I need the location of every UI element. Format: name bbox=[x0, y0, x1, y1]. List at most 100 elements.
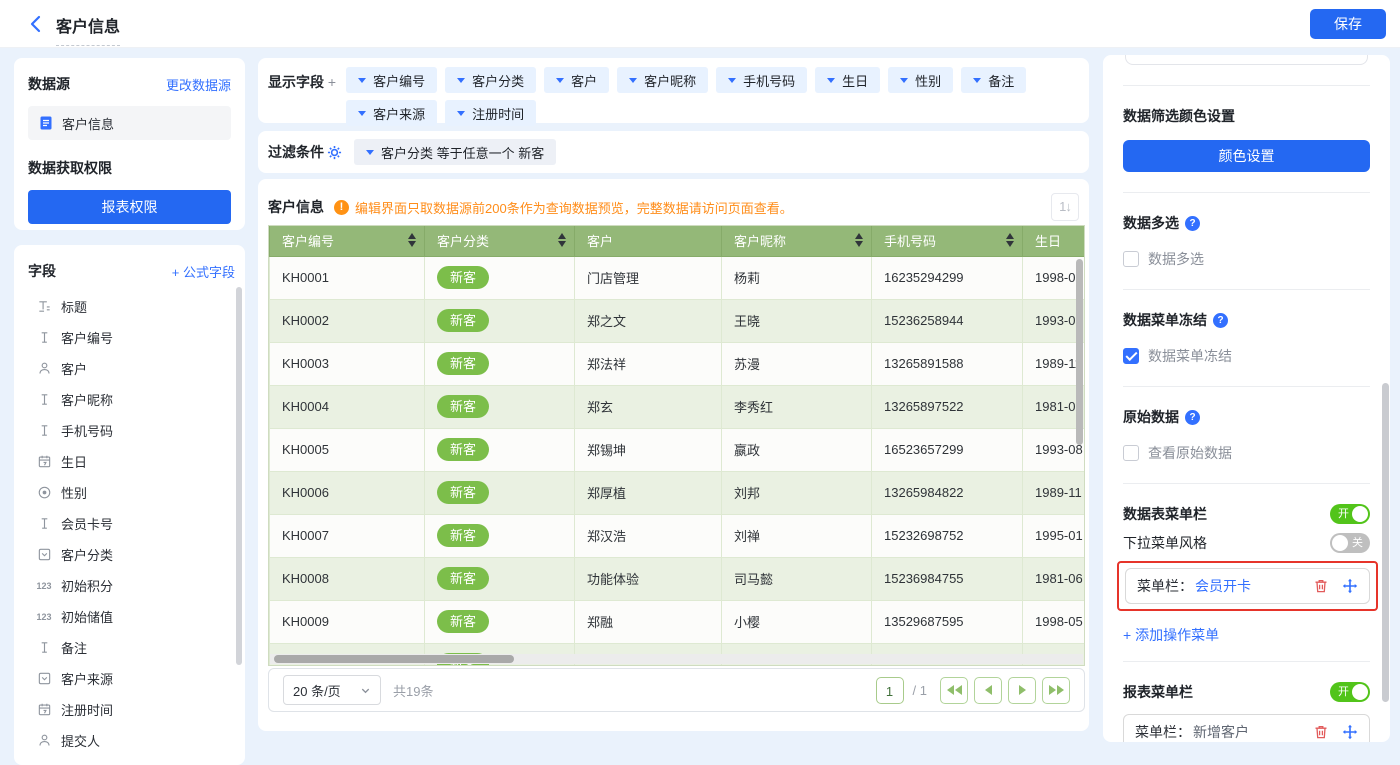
report-permission-button[interactable]: 报表权限 bbox=[28, 190, 231, 224]
field-item[interactable]: 注册时间 bbox=[28, 694, 235, 725]
trash-icon[interactable] bbox=[1313, 724, 1329, 740]
field-item[interactable]: 123初始积分 bbox=[28, 570, 235, 601]
chevron-down-icon bbox=[827, 78, 835, 83]
sort-arrows-icon[interactable] bbox=[408, 233, 416, 247]
field-item[interactable]: 生日 bbox=[28, 446, 235, 477]
sort-order-icon[interactable] bbox=[1051, 193, 1079, 221]
table-row[interactable]: KH0008新客功能体验司马懿152369847551981-06 bbox=[270, 557, 1086, 600]
table-horizontal-scrollbar[interactable] bbox=[270, 654, 1083, 664]
sort-arrows-icon[interactable] bbox=[855, 233, 863, 247]
table-row[interactable]: KH0009新客郑融小樱135296875951998-05 bbox=[270, 600, 1086, 643]
table-row[interactable]: KH0007新客郑汉浩刘禅152326987521995-01 bbox=[270, 514, 1086, 557]
table-row[interactable]: KH0001新客门店管理杨莉162352942991998-05 bbox=[270, 256, 1086, 299]
dropdown-style-toggle-off[interactable]: 关 bbox=[1330, 533, 1370, 553]
category-badge: 新客 bbox=[437, 309, 489, 332]
display-field-chip[interactable]: 客户编号 bbox=[346, 67, 437, 93]
table-menu-toggle-on[interactable]: 开 bbox=[1330, 504, 1370, 524]
field-item[interactable]: 客户昵称 bbox=[28, 384, 235, 415]
field-item[interactable]: 123初始储值 bbox=[28, 601, 235, 632]
display-field-chip[interactable]: 手机号码 bbox=[716, 67, 807, 93]
table-row[interactable]: KH0002新客郑之文王晓152362589441993-08 bbox=[270, 299, 1086, 342]
report-menu-toggle-on[interactable]: 开 bbox=[1330, 682, 1370, 702]
move-icon[interactable] bbox=[1342, 578, 1358, 594]
field-item[interactable]: 客户编号 bbox=[28, 322, 235, 353]
chevron-down-icon bbox=[366, 150, 374, 155]
sort-arrows-icon[interactable] bbox=[1006, 233, 1014, 247]
last-page-button[interactable] bbox=[1042, 677, 1070, 704]
field-item[interactable]: 客户来源 bbox=[28, 663, 235, 694]
first-page-button[interactable] bbox=[940, 677, 968, 704]
display-field-chip[interactable]: 备注 bbox=[961, 67, 1026, 93]
chevron-down-icon bbox=[900, 78, 908, 83]
question-icon[interactable] bbox=[1185, 410, 1200, 425]
question-icon[interactable] bbox=[1213, 313, 1228, 328]
field-item[interactable]: 客户 bbox=[28, 353, 235, 384]
add-formula-field-link[interactable]: + 公式字段 bbox=[172, 262, 235, 281]
change-datasource-link[interactable]: 更改数据源 bbox=[166, 75, 231, 94]
question-icon[interactable] bbox=[1185, 216, 1200, 231]
current-page-input[interactable]: 1 bbox=[876, 677, 904, 704]
table-row[interactable]: KH0003新客郑法祥苏漫132658915881989-11 bbox=[270, 342, 1086, 385]
table-vertical-scrollbar[interactable] bbox=[1076, 259, 1083, 445]
checkbox-unchecked[interactable] bbox=[1123, 251, 1139, 267]
table-menu-item[interactable]: 菜单栏： 会员开卡 bbox=[1125, 568, 1370, 604]
pagination-bar: 20 条/页 共19条 1 / 1 bbox=[268, 668, 1085, 712]
color-setting-button[interactable]: 颜色设置 bbox=[1123, 140, 1370, 172]
datasource-card: 数据源 更改数据源 客户信息 数据获取权限 报表权限 bbox=[14, 58, 245, 230]
fields-scrollbar[interactable] bbox=[236, 287, 242, 665]
checkbox-unchecked[interactable] bbox=[1123, 445, 1139, 461]
field-item[interactable]: 会员卡号 bbox=[28, 508, 235, 539]
report-menu-item[interactable]: 菜单栏： 新增客户 bbox=[1123, 714, 1370, 742]
table-row[interactable]: KH0005新客郑锡坤嬴政165236572991993-08 bbox=[270, 428, 1086, 471]
menu-freeze-checkbox-row[interactable]: 数据菜单冻结 bbox=[1123, 346, 1370, 366]
display-field-chip[interactable]: 客户来源 bbox=[346, 100, 437, 126]
column-header[interactable]: 客户昵称 bbox=[722, 226, 872, 256]
field-item[interactable]: 标题 bbox=[28, 291, 235, 322]
datasource-item[interactable]: 客户信息 bbox=[28, 106, 231, 140]
permission-heading: 数据获取权限 bbox=[28, 158, 231, 178]
datasource-heading: 数据源 bbox=[28, 74, 70, 94]
display-field-chip[interactable]: 生日 bbox=[815, 67, 880, 93]
multi-select-checkbox-row[interactable]: 数据多选 bbox=[1123, 249, 1370, 269]
column-header[interactable]: 手机号码 bbox=[872, 226, 1023, 256]
sort-arrows-icon[interactable] bbox=[558, 233, 566, 247]
display-field-chip[interactable]: 客户昵称 bbox=[617, 67, 708, 93]
document-icon bbox=[38, 115, 54, 131]
chevron-down-icon bbox=[457, 111, 465, 116]
field-item[interactable]: 提交人 bbox=[28, 725, 235, 756]
filter-condition-chip[interactable]: 客户分类 等于任意一个 新客 bbox=[354, 139, 556, 165]
gear-icon[interactable] bbox=[327, 145, 342, 160]
column-header[interactable]: 客户分类 bbox=[425, 226, 575, 256]
menu-item-name[interactable]: 会员开卡 bbox=[1195, 576, 1251, 596]
table-row[interactable]: KH0004新客郑玄李秀红132658975221981-06 bbox=[270, 385, 1086, 428]
field-item[interactable]: 客户分类 bbox=[28, 539, 235, 570]
menu-item-name[interactable]: 新增客户 bbox=[1193, 722, 1249, 742]
field-item[interactable]: 性别 bbox=[28, 477, 235, 508]
settings-scrollbar[interactable] bbox=[1382, 383, 1389, 702]
add-action-menu-link[interactable]: + 添加操作菜单 bbox=[1123, 625, 1219, 645]
display-field-chip[interactable]: 客户分类 bbox=[445, 67, 536, 93]
table-card: 客户信息 编辑界面只取数据源前200条作为查询数据预览，完整数据请访问页面查看。… bbox=[258, 179, 1089, 731]
column-header[interactable]: 客户 bbox=[575, 226, 722, 256]
back-icon[interactable] bbox=[26, 14, 46, 34]
column-header[interactable]: 客户编号 bbox=[270, 226, 425, 256]
save-button[interactable]: 保存 bbox=[1310, 9, 1386, 39]
table-row[interactable]: KH0006新客郑厚植刘邦132659848221989-11 bbox=[270, 471, 1086, 514]
add-display-field-button[interactable]: + bbox=[328, 74, 336, 90]
display-field-chip[interactable]: 客户 bbox=[544, 67, 609, 93]
display-field-chip[interactable]: 注册时间 bbox=[445, 100, 536, 126]
prev-page-button[interactable] bbox=[974, 677, 1002, 704]
display-field-chip[interactable]: 性别 bbox=[888, 67, 953, 93]
column-header[interactable]: 生日 bbox=[1023, 226, 1086, 256]
page-size-select[interactable]: 20 条/页 bbox=[283, 675, 381, 705]
checkbox-checked[interactable] bbox=[1123, 348, 1139, 364]
field-item[interactable]: 备注 bbox=[28, 632, 235, 663]
field-item[interactable]: 手机号码 bbox=[28, 415, 235, 446]
move-icon[interactable] bbox=[1342, 724, 1358, 740]
next-page-button[interactable] bbox=[1008, 677, 1036, 704]
chevron-down-icon bbox=[360, 685, 371, 696]
warning-text: 编辑界面只取数据源前200条作为查询数据预览，完整数据请访问页面查看。 bbox=[355, 198, 793, 217]
trash-icon[interactable] bbox=[1313, 578, 1329, 594]
preview-warning: 编辑界面只取数据源前200条作为查询数据预览，完整数据请访问页面查看。 bbox=[334, 198, 793, 217]
raw-data-checkbox-row[interactable]: 查看原始数据 bbox=[1123, 443, 1370, 463]
